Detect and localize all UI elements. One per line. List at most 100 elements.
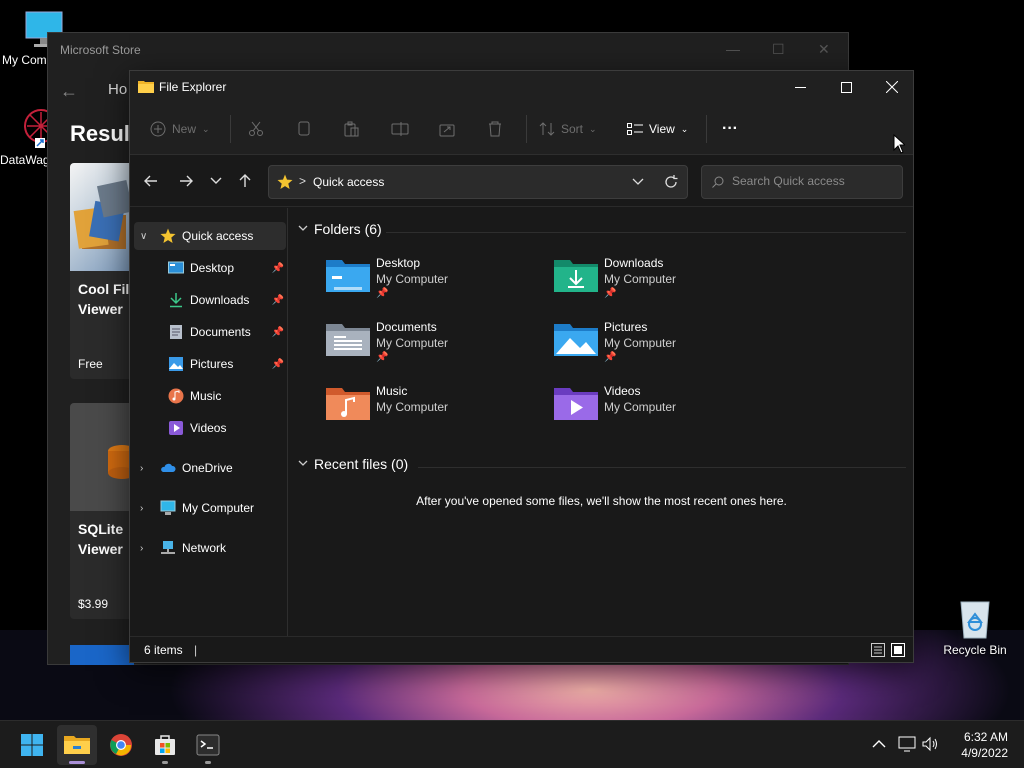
store-app-card[interactable]: Cool Fil Viewer Free xyxy=(70,163,134,379)
folder-tile-videos[interactable]: Videos My Computer xyxy=(554,384,774,442)
rename-button[interactable] xyxy=(391,117,409,141)
search-box[interactable] xyxy=(701,165,903,199)
view-button[interactable]: View ⌄ xyxy=(627,117,688,141)
sort-button-label: Sort xyxy=(561,122,584,136)
mouse-pointer-icon xyxy=(893,134,905,154)
folder-location: My Computer xyxy=(604,400,677,414)
cloud-icon xyxy=(161,463,176,472)
close-icon xyxy=(886,81,898,93)
search-input[interactable] xyxy=(732,174,892,188)
copy-button[interactable] xyxy=(296,117,312,141)
store-minimize-button[interactable]: — xyxy=(726,41,740,57)
store-app-price: $3.99 xyxy=(78,597,109,611)
explorer-title: File Explorer xyxy=(159,80,227,94)
back-button[interactable] xyxy=(141,171,161,191)
arrow-right-icon xyxy=(180,175,193,187)
taskbar-chrome[interactable] xyxy=(101,725,141,765)
folder-location: My Computer xyxy=(376,272,449,286)
store-maximize-button[interactable]: ☐ xyxy=(772,41,785,58)
picture-icon xyxy=(169,357,183,371)
breadcrumb-quick-access[interactable]: Quick access xyxy=(313,175,384,189)
sidebar-item-onedrive[interactable]: › OneDrive xyxy=(134,454,286,482)
command-bar: New ⌄ Sort ⌄ View ⌄ ··· xyxy=(130,103,913,155)
clock-date: 4/9/2022 xyxy=(961,746,1008,760)
more-options-button[interactable]: ··· xyxy=(722,117,738,141)
chevron-up-icon[interactable] xyxy=(872,739,886,749)
folder-tile-pictures[interactable]: Pictures My Computer 📌 xyxy=(554,320,774,378)
view-button-label: View xyxy=(649,122,675,136)
network-monitor-icon[interactable] xyxy=(898,736,916,752)
folder-name: Videos xyxy=(604,384,641,398)
desktop-icon xyxy=(168,261,184,274)
computer-icon xyxy=(160,500,176,515)
sidebar-item-network[interactable]: › Network xyxy=(134,534,286,562)
cut-button[interactable] xyxy=(248,117,264,141)
sidebar-item-my-computer[interactable]: › My Computer xyxy=(134,494,286,522)
file-explorer-window[interactable]: File Explorer New ⌄ Sort ⌄ View ⌄ ··· > … xyxy=(129,70,914,663)
large-icons-view-icon[interactable] xyxy=(891,643,905,657)
share-button[interactable] xyxy=(439,117,455,141)
star-icon xyxy=(160,228,176,243)
sidebar-item-pictures[interactable]: Pictures 📌 xyxy=(134,350,286,378)
explorer-titlebar[interactable]: File Explorer xyxy=(130,71,913,103)
store-home-tab[interactable]: Ho xyxy=(108,81,127,98)
scissors-icon xyxy=(249,121,263,136)
details-view-icon[interactable] xyxy=(871,643,885,657)
folder-icon xyxy=(138,81,154,93)
speaker-icon[interactable] xyxy=(922,736,940,752)
sidebar-item-downloads[interactable]: Downloads 📌 xyxy=(134,286,286,314)
store-app-price: Free xyxy=(78,357,103,371)
store-back-arrow-icon[interactable]: ← xyxy=(60,81,78,102)
navigation-pane: ∨ Quick access Desktop 📌 Downloads 📌 Doc… xyxy=(130,208,288,638)
folder-tile-desktop[interactable]: Desktop My Computer 📌 xyxy=(326,256,546,314)
breadcrumb-separator-icon: > xyxy=(299,174,307,188)
maximize-button[interactable] xyxy=(823,71,869,103)
sidebar-item-videos[interactable]: Videos xyxy=(134,414,286,442)
store-app-card-partial[interactable] xyxy=(70,645,134,665)
recent-files-section-header[interactable]: Recent files (0) xyxy=(298,456,408,472)
start-button[interactable] xyxy=(12,725,52,765)
downloads-folder-icon xyxy=(554,260,598,292)
chevron-down-icon[interactable]: ∨ xyxy=(140,231,147,242)
item-count-text: 6 items xyxy=(144,643,183,657)
up-button[interactable] xyxy=(235,171,255,191)
chevron-down-icon: ⌄ xyxy=(680,123,689,134)
store-app-name: Cool Fil Viewer xyxy=(70,271,134,319)
store-app-name-line: SQLite xyxy=(78,521,124,537)
recent-locations-button[interactable] xyxy=(206,171,226,191)
sidebar-item-music[interactable]: Music xyxy=(134,382,286,410)
search-icon xyxy=(712,176,724,188)
taskbar-file-explorer[interactable] xyxy=(57,725,97,765)
status-separator: | xyxy=(194,643,198,657)
new-button[interactable]: New ⌄ xyxy=(150,117,210,141)
sidebar-item-desktop[interactable]: Desktop 📌 xyxy=(134,254,286,282)
folders-section-header[interactable]: Folders (6) xyxy=(298,221,382,237)
desktop-icon-recycle-bin[interactable]: Recycle Bin xyxy=(940,596,1010,657)
chevron-right-icon[interactable]: › xyxy=(140,463,143,474)
folder-location: My Computer xyxy=(376,336,449,350)
delete-button[interactable] xyxy=(487,117,503,141)
close-button[interactable] xyxy=(869,71,915,103)
folder-tile-documents[interactable]: Documents My Computer 📌 xyxy=(326,320,546,378)
address-bar[interactable]: > Quick access xyxy=(268,165,688,199)
sidebar-item-quick-access[interactable]: ∨ Quick access xyxy=(134,222,286,250)
chevron-right-icon[interactable]: › xyxy=(140,503,143,514)
minimize-button[interactable] xyxy=(777,71,823,103)
music-note-icon xyxy=(168,388,184,404)
folder-tile-music[interactable]: Music My Computer xyxy=(326,384,546,442)
forward-button[interactable] xyxy=(176,171,196,191)
refresh-icon[interactable] xyxy=(664,175,678,189)
chevron-right-icon[interactable]: › xyxy=(140,543,143,554)
store-close-button[interactable]: ✕ xyxy=(818,41,830,58)
taskbar-microsoft-store[interactable] xyxy=(145,725,185,765)
running-indicator xyxy=(69,761,85,764)
clock[interactable]: 6:32 AM 4/9/2022 xyxy=(961,729,1008,761)
sort-button[interactable]: Sort ⌄ xyxy=(539,117,597,141)
videos-folder-icon xyxy=(554,388,598,420)
taskbar-terminal[interactable] xyxy=(188,725,228,765)
paste-button[interactable] xyxy=(343,117,359,141)
sidebar-item-documents[interactable]: Documents 📌 xyxy=(134,318,286,346)
store-app-card[interactable]: SQLite Viewer $3.99 xyxy=(70,403,134,619)
chevron-down-icon[interactable] xyxy=(632,178,644,186)
folder-tile-downloads[interactable]: Downloads My Computer 📌 xyxy=(554,256,774,314)
